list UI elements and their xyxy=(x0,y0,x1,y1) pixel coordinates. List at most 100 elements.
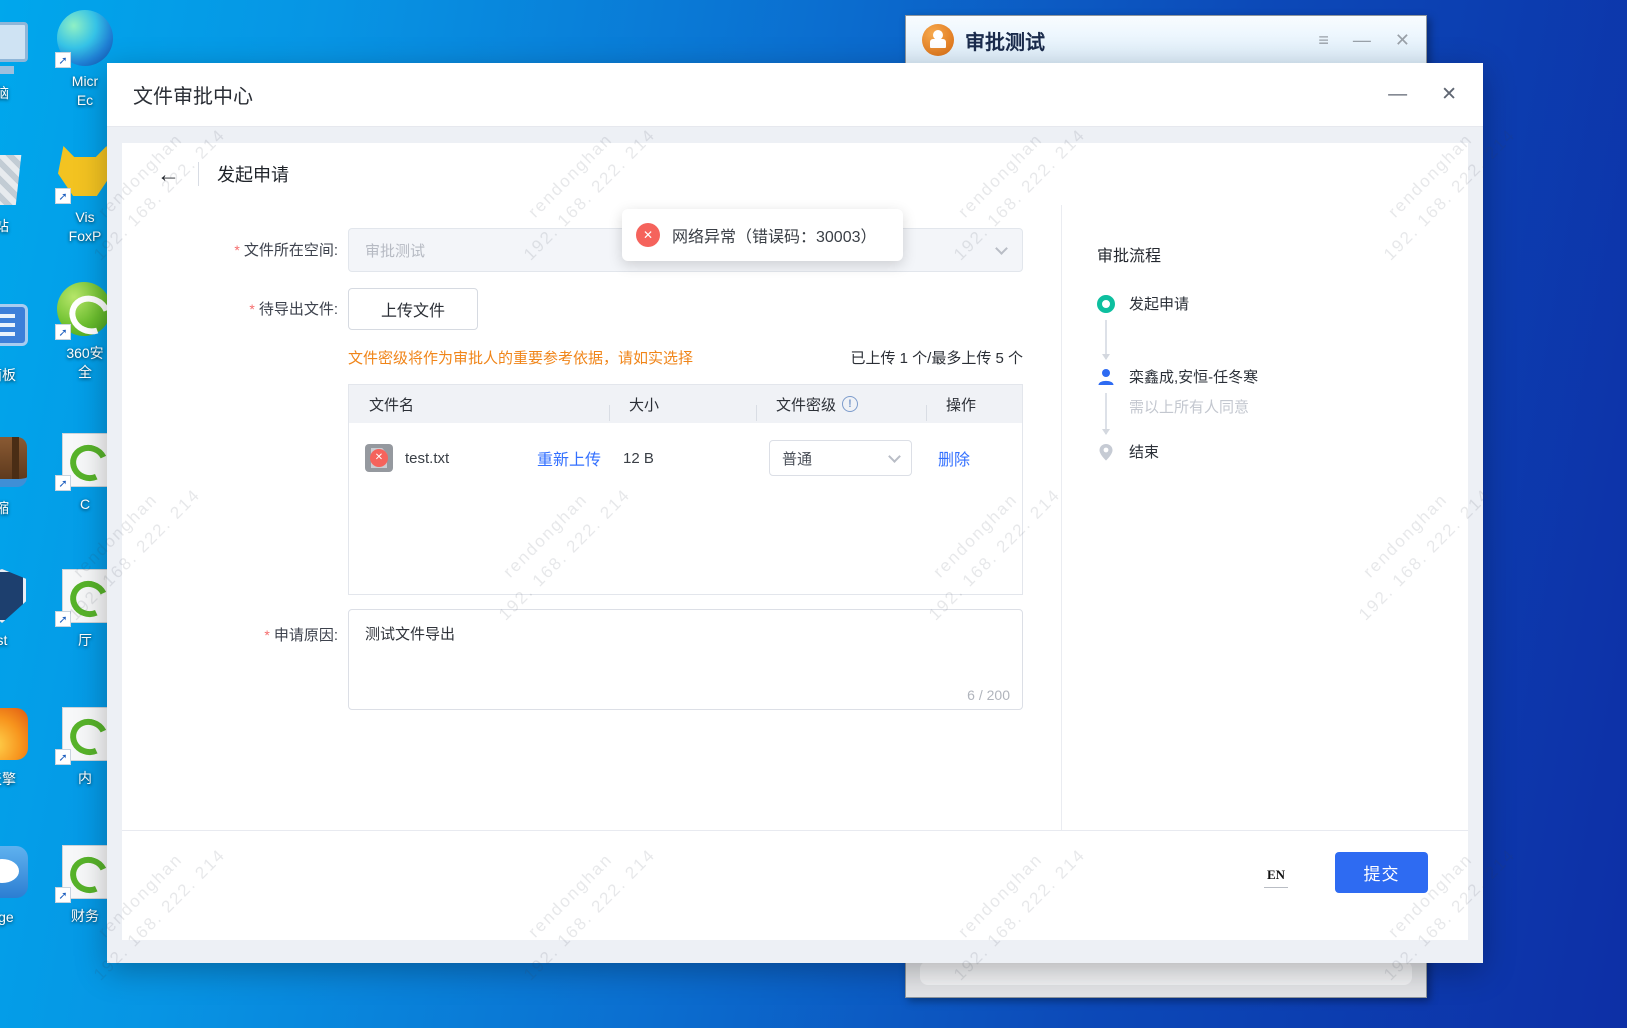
shortcut-arrow-icon: ➚ xyxy=(55,749,71,765)
step-label: 栾鑫成,安恒-任冬寒 xyxy=(1129,368,1258,387)
flow-title: 审批流程 xyxy=(1097,242,1468,266)
chat-input-strip[interactable] xyxy=(920,961,1412,985)
files-label: *待导出文件: xyxy=(122,288,348,331)
flow-step-end: 结束 xyxy=(1097,443,1468,462)
recycle-bin-icon xyxy=(0,155,30,211)
icon-label: 面板 xyxy=(0,366,45,385)
security-level-value: 普通 xyxy=(782,448,812,469)
header-divider xyxy=(198,162,199,186)
message-icon xyxy=(0,846,30,902)
file-name: test.txt xyxy=(405,450,449,467)
icon-label: 脑 xyxy=(0,84,45,103)
page-title: 发起申请 xyxy=(217,161,289,187)
step-label: 发起申请 xyxy=(1129,295,1189,314)
shortcut-arrow-icon: ➚ xyxy=(55,188,71,204)
dialog-title: 文件审批中心 xyxy=(133,80,253,109)
icon-label: 站 xyxy=(0,217,45,236)
icon-label: st xyxy=(0,631,45,650)
icon-label: age xyxy=(0,908,45,927)
step-label: 结束 xyxy=(1129,443,1159,462)
desktop-icon-archive[interactable]: 缩 xyxy=(0,434,45,518)
txt-file-error-icon: ✕ xyxy=(365,444,393,472)
info-icon[interactable]: ! xyxy=(842,396,858,412)
window-title: 审批测试 xyxy=(965,26,1045,55)
error-toast: ✕ 网络异常（错误码：30003） xyxy=(622,209,903,261)
space-label: *文件所在空间: xyxy=(122,228,348,273)
security-level-select[interactable]: 普通 xyxy=(769,440,912,476)
reupload-link[interactable]: 重新上传 xyxy=(537,446,601,470)
card-header: ← 发起申请 xyxy=(122,143,1468,205)
classification-warning: 文件密级将作为审批人的重要参考依据，请如实选择 xyxy=(348,347,693,368)
this-pc-icon xyxy=(0,22,30,78)
shield-icon xyxy=(0,569,30,625)
request-card: ← 发起申请 *文件所在空间: 审批测试 xyxy=(122,143,1468,940)
minimize-icon[interactable]: — xyxy=(1388,85,1407,104)
minimize-icon[interactable]: — xyxy=(1353,31,1371,49)
reason-textarea[interactable]: 测试文件导出 xyxy=(349,610,1022,709)
close-icon[interactable]: ✕ xyxy=(1441,85,1457,104)
table-row: ✕ test.txt 重新上传 12 B 普通 xyxy=(349,423,1022,493)
flow-step-approvers: 栾鑫成,安恒-任冬寒 需以上所有人同意 xyxy=(1097,368,1468,443)
foxpro-icon: ➚ xyxy=(57,146,113,202)
back-icon[interactable]: ← xyxy=(157,163,180,186)
char-counter: 6 / 200 xyxy=(967,687,1010,703)
card-footer: EN 提交 xyxy=(122,830,1468,940)
flow-connector-arrow xyxy=(1105,320,1107,359)
list-icon[interactable]: ≡ xyxy=(1318,31,1329,49)
green-doc-icon: ➚ xyxy=(57,569,113,625)
file-size: 12 B xyxy=(609,450,756,467)
request-form: *文件所在空间: 审批测试 *待导出文件: xyxy=(122,205,1061,830)
flame-icon xyxy=(0,708,30,764)
360-security-icon: ➚ xyxy=(57,282,113,338)
chevron-down-icon xyxy=(888,450,901,463)
error-icon: ✕ xyxy=(636,223,660,247)
delete-link[interactable]: 删除 xyxy=(938,452,970,469)
submit-button[interactable]: 提交 xyxy=(1335,852,1428,893)
edge-icon: ➚ xyxy=(57,10,113,66)
shortcut-arrow-icon: ➚ xyxy=(55,324,71,340)
person-icon xyxy=(1097,368,1115,386)
file-table: 文件名 大小 文件密级 ! 操作 xyxy=(348,384,1023,595)
chevron-down-icon xyxy=(995,242,1008,255)
dialog-titlebar: 文件审批中心 — ✕ xyxy=(107,63,1483,127)
close-icon[interactable]: ✕ xyxy=(1395,31,1410,49)
file-table-header: 文件名 大小 文件密级 ! 操作 xyxy=(349,385,1022,423)
shortcut-arrow-icon: ➚ xyxy=(55,475,71,491)
stamp-app-icon xyxy=(922,24,954,56)
desktop-icon-shield-app[interactable]: st xyxy=(0,568,45,650)
map-pin-icon xyxy=(1097,443,1115,461)
green-doc-icon: ➚ xyxy=(57,433,113,489)
shortcut-arrow-icon: ➚ xyxy=(55,611,71,627)
upload-file-button[interactable]: 上传文件 xyxy=(348,288,478,330)
file-space-value: 审批测试 xyxy=(365,240,425,261)
toast-message: 网络异常（错误码：30003） xyxy=(672,223,877,247)
green-doc-icon: ➚ xyxy=(57,707,113,763)
green-doc-icon: ➚ xyxy=(57,845,113,901)
desktop-icon-control-panel[interactable]: 面板 xyxy=(0,298,45,385)
upload-count: 已上传 1 个/最多上传 5 个 xyxy=(850,347,1023,368)
flow-step-start: 发起申请 xyxy=(1097,295,1468,368)
col-filename: 文件名 xyxy=(369,394,414,415)
approval-flow-panel: 审批流程 发起申请 xyxy=(1061,205,1468,830)
step-sublabel: 需以上所有人同意 xyxy=(1129,396,1258,417)
ime-language-indicator[interactable]: EN xyxy=(1264,867,1288,888)
approval-test-titlebar: 审批测试 ≡ — ✕ xyxy=(906,16,1426,64)
desktop-icon-tianqing[interactable]: 天擎 xyxy=(0,706,45,789)
desktop-icon-message[interactable]: age xyxy=(0,844,45,927)
shortcut-arrow-icon: ➚ xyxy=(55,52,71,68)
desktop-icon-recycle-bin[interactable]: 站 xyxy=(0,152,45,236)
reason-label: *申请原因: xyxy=(122,609,348,710)
control-panel-icon xyxy=(0,304,30,360)
archive-icon xyxy=(0,437,30,493)
shortcut-arrow-icon: ➚ xyxy=(55,887,71,903)
icon-label: 缩 xyxy=(0,499,45,518)
icon-label: 天擎 xyxy=(0,770,45,789)
desktop: 脑 站 面板 缩 st 天擎 age ➚ Micr Ec ➚ Vis FoxP xyxy=(0,0,1627,1028)
approval-test-footer xyxy=(906,961,1426,997)
col-classification: 文件密级 xyxy=(776,394,836,415)
col-size: 大小 xyxy=(629,394,659,415)
desktop-icon-this-pc[interactable]: 脑 xyxy=(0,18,45,103)
col-actions: 操作 xyxy=(946,394,976,415)
flow-connector-arrow xyxy=(1105,393,1107,434)
step-start-icon xyxy=(1097,295,1115,313)
